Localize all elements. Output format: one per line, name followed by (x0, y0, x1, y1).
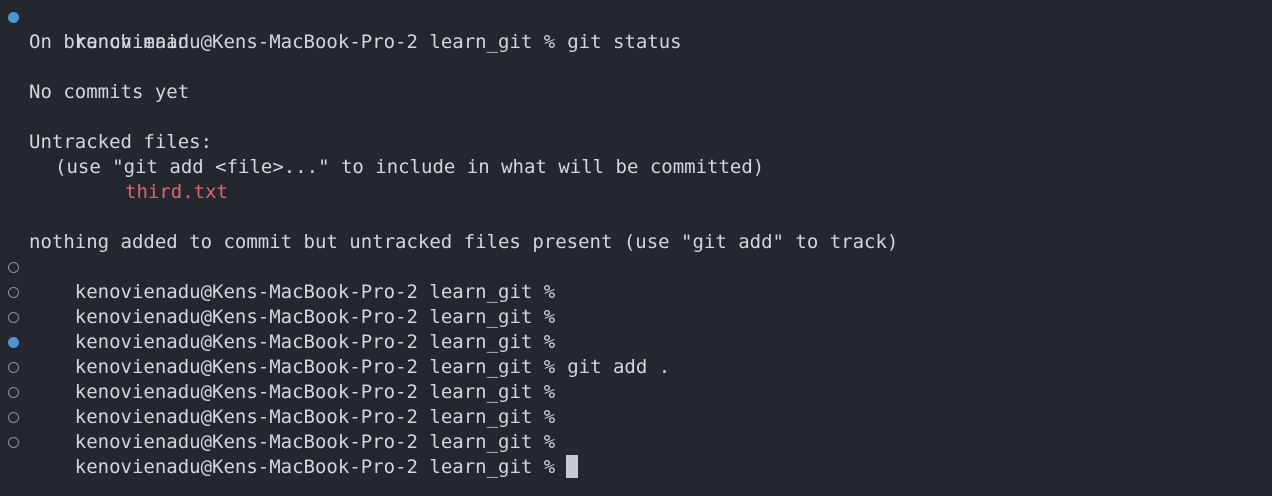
output-untracked-header: Untracked files: (0, 130, 1272, 155)
prompt-line: kenovienadu@Kens-MacBook-Pro-2 learn_git… (0, 255, 1272, 303)
command-success-marker-icon[interactable] (8, 12, 19, 23)
prompt-line: kenovienadu@Kens-MacBook-Pro-2 learn_git… (0, 280, 1272, 328)
empty-command-marker-icon[interactable] (8, 312, 19, 323)
prompt-line: kenovienadu@Kens-MacBook-Pro-2 learn_git… (0, 355, 1272, 403)
output-summary: nothing added to commit but untracked fi… (0, 230, 1272, 255)
prompt-line: kenovienadu@Kens-MacBook-Pro-2 learn_git… (0, 405, 1272, 453)
empty-command-marker-icon[interactable] (8, 387, 19, 398)
output-branch: On branch main (0, 30, 1272, 55)
untracked-hint-text: (use "git add <file>..." to include in w… (55, 156, 765, 178)
summary-text: nothing added to commit but untracked fi… (29, 231, 899, 253)
empty-command-marker-icon[interactable] (8, 412, 19, 423)
command-success-marker-icon[interactable] (8, 337, 19, 348)
output-no-commits: No commits yet (0, 80, 1272, 105)
prompt-line: kenovienadu@Kens-MacBook-Pro-2 learn_git… (0, 380, 1272, 428)
terminal-window[interactable]: kenovienadu@Kens-MacBook-Pro-2 learn_git… (0, 0, 1272, 496)
no-commits-text: No commits yet (29, 81, 190, 103)
untracked-header-text: Untracked files: (29, 131, 213, 153)
branch-text: On branch main (29, 31, 190, 53)
empty-command-marker-icon[interactable] (8, 262, 19, 273)
output-untracked-hint: (use "git add <file>..." to include in w… (0, 155, 1272, 180)
empty-command-marker-icon[interactable] (8, 362, 19, 373)
text-cursor[interactable] (566, 455, 579, 478)
active-prompt-line[interactable]: kenovienadu@Kens-MacBook-Pro-2 learn_git… (0, 430, 1272, 478)
empty-command-marker-icon[interactable] (8, 437, 19, 448)
untracked-file-name: third.txt (125, 181, 228, 203)
empty-command-marker-icon[interactable] (8, 287, 19, 298)
command-line: kenovienadu@Kens-MacBook-Pro-2 learn_git… (0, 330, 1272, 378)
output-untracked-file: third.txt (0, 180, 1272, 205)
prompt-line: kenovienadu@Kens-MacBook-Pro-2 learn_git… (0, 305, 1272, 353)
command-line: kenovienadu@Kens-MacBook-Pro-2 learn_git… (0, 5, 1272, 53)
shell-prompt: kenovienadu@Kens-MacBook-Pro-2 learn_git… (74, 456, 556, 478)
